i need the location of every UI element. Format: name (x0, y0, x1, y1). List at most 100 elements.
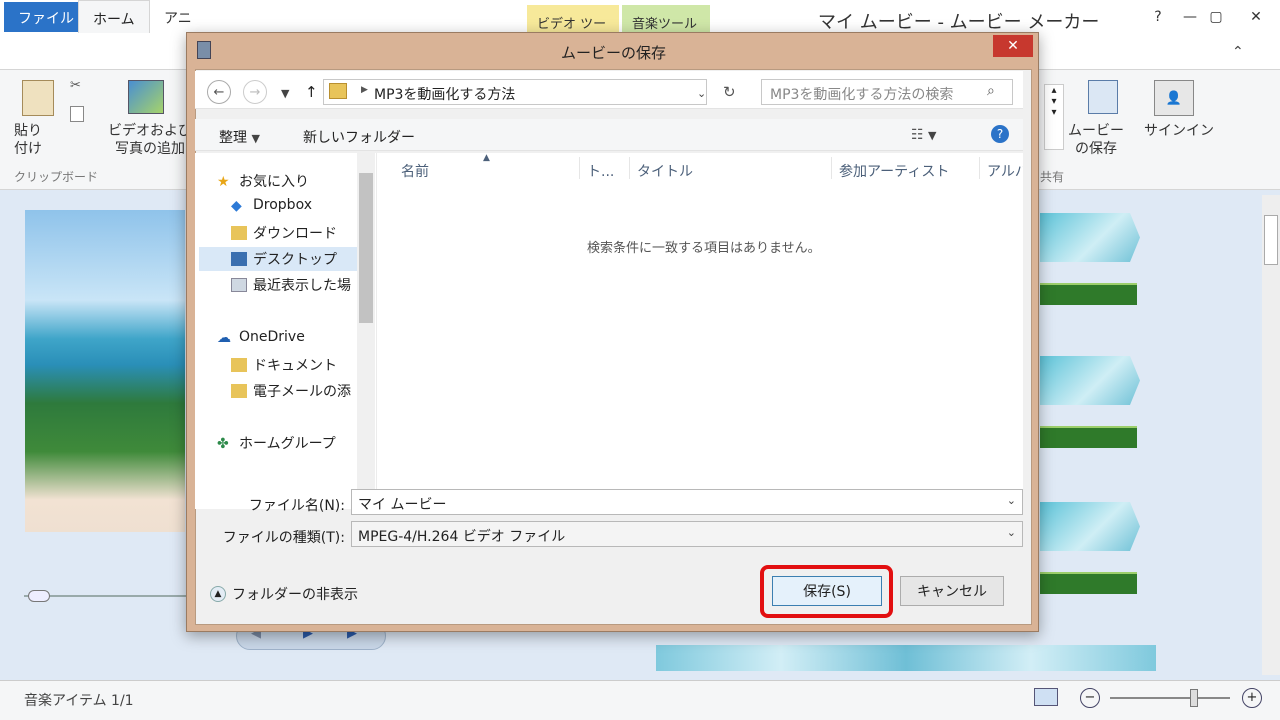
zoom-slider[interactable]: − + (1080, 688, 1265, 708)
dropbox-icon: ◆ (231, 198, 242, 214)
search-input[interactable]: MP3を動画化する方法の検索 (761, 79, 1013, 105)
star-icon: ★ (217, 174, 230, 190)
clipboard-group-label: クリップボード (14, 170, 99, 184)
folder-icon (329, 83, 347, 99)
storyboard-scrollbar[interactable] (1262, 195, 1280, 675)
nav-item-label: デスクトップ (253, 252, 337, 268)
clip-thumbnail (1040, 502, 1140, 551)
homegroup-icon: ✤ (217, 436, 229, 452)
up-arrow-icon[interactable]: ↑ (305, 83, 318, 101)
add-videos-photos-button[interactable]: ビデオおよび 写真の追加 (108, 122, 192, 158)
breadcrumb[interactable]: MP3を動画化する方法 (374, 87, 515, 103)
cancel-button[interactable]: キャンセル (900, 576, 1004, 606)
clip-thumbnail (1040, 356, 1140, 405)
storyboard-clip[interactable] (1040, 356, 1160, 451)
storyboard-clip[interactable] (1040, 213, 1160, 308)
zoom-thumb[interactable] (1190, 689, 1198, 707)
scrollbar-thumb[interactable] (1264, 215, 1278, 265)
tab-file[interactable]: ファイル (4, 2, 88, 32)
zoom-track (1110, 697, 1230, 699)
nav-item-label: ドキュメント (253, 358, 337, 374)
column-header-artist[interactable]: 参加アーティスト (839, 161, 949, 181)
column-divider[interactable] (629, 157, 630, 179)
seek-slider[interactable] (24, 590, 194, 602)
cut-icon[interactable]: ✂ (70, 78, 81, 93)
column-divider[interactable] (831, 157, 832, 179)
new-folder-button[interactable]: 新しいフォルダー (303, 127, 415, 147)
address-dropdown-icon[interactable]: ⌄ (697, 87, 706, 100)
desktop-icon (231, 252, 247, 266)
nav-item-label: 最近表示した場 (253, 278, 351, 294)
save-movie-button[interactable]: ムービー の保存 (1068, 122, 1124, 158)
navigation-scrollbar[interactable] (357, 153, 375, 509)
tab-home[interactable]: ホーム (78, 0, 150, 33)
seek-thumb[interactable] (28, 590, 50, 602)
view-options-icon[interactable]: ☷ ▼ (911, 127, 936, 143)
organize-dropdown-icon: ▼ (251, 132, 260, 145)
refresh-icon[interactable]: ↻ (723, 83, 736, 101)
hide-folders-label: フォルダーの非表示 (232, 587, 358, 603)
paste-icon (22, 80, 54, 116)
storyboard-clip-row[interactable] (656, 645, 1156, 671)
video-preview (25, 210, 185, 532)
search-icon[interactable]: ⌕ (987, 83, 995, 99)
nav-item-homegroup[interactable]: ✤ ホームグループ (217, 433, 336, 453)
nav-item-desktop[interactable]: デスクトップ (231, 249, 337, 269)
audio-waveform (1040, 426, 1137, 448)
nav-item-email-attachments[interactable]: 電子メールの添 (231, 381, 351, 401)
maximize-button[interactable]: ▢ (1196, 4, 1236, 30)
audio-waveform (1040, 572, 1137, 594)
nav-item-recent-places[interactable]: 最近表示した場 (231, 275, 351, 295)
column-header-album[interactable]: アルバム (987, 161, 1023, 181)
filetype-dropdown-icon[interactable]: ⌄ (1007, 526, 1016, 542)
nav-item-documents[interactable]: ドキュメント (231, 355, 337, 375)
nav-item-dropbox[interactable]: ◆ Dropbox (231, 197, 312, 214)
clip-thumbnail (1040, 213, 1140, 262)
zoom-out-icon[interactable]: − (1080, 688, 1100, 708)
collapse-ribbon-icon[interactable]: ⌃ (1232, 44, 1244, 60)
collapse-up-icon: ▲ (210, 586, 226, 602)
filename-field[interactable]: マイ ムービー ⌄ (351, 489, 1023, 515)
zoom-in-icon[interactable]: + (1242, 688, 1262, 708)
paste-button[interactable]: 貼り 付け (14, 122, 42, 158)
forward-button[interactable]: → (243, 80, 267, 104)
share-group-label: 共有 (1040, 170, 1065, 184)
annotation-highlight-box (760, 565, 893, 618)
download-folder-icon (231, 226, 247, 240)
filetype-select[interactable]: MPEG-4/H.264 ビデオ ファイル ⌄ (351, 521, 1023, 547)
signin-button[interactable]: サインイン (1144, 122, 1214, 140)
app-title: マイ ムービー - ムービー メーカー (818, 12, 1100, 33)
scrollbar-thumb[interactable] (359, 173, 373, 323)
nav-item-onedrive[interactable]: ☁ OneDrive (217, 329, 305, 346)
theme-scroll[interactable]: ▴ ▾ ▾ (1044, 84, 1064, 150)
column-header-title[interactable]: タイトル (637, 161, 693, 181)
signin-icon: 👤 (1154, 80, 1194, 116)
nav-item-label: 電子メールの添 (253, 384, 351, 400)
onedrive-icon: ☁ (217, 330, 231, 346)
organize-label: 整理 (219, 130, 247, 146)
dialog-close-button[interactable]: ✕ (993, 35, 1033, 57)
storyboard-clip[interactable] (1040, 502, 1160, 597)
column-divider[interactable] (979, 157, 980, 179)
file-list (377, 153, 1023, 509)
copy-icon[interactable] (70, 106, 84, 122)
filetype-label: ファイルの種類(T): (222, 530, 345, 546)
storyboard-view-icon[interactable] (1034, 688, 1058, 706)
organize-button[interactable]: 整理 ▼ (219, 127, 260, 147)
empty-message: 検索条件に一致する項目はありません。 (587, 241, 821, 256)
nav-item-favorites[interactable]: ★ お気に入り (217, 171, 309, 191)
recent-locations-icon[interactable]: ▼ (281, 87, 289, 100)
close-window-button[interactable]: ✕ (1236, 4, 1276, 30)
help-icon[interactable]: ? (991, 125, 1009, 143)
column-divider[interactable] (579, 157, 580, 179)
tab-animation[interactable]: アニ (150, 0, 206, 32)
nav-item-downloads[interactable]: ダウンロード (231, 223, 337, 243)
breadcrumb-chevron-icon[interactable]: ▶ (361, 85, 368, 95)
column-header-name[interactable]: 名前 (401, 161, 429, 181)
back-button[interactable]: ← (207, 80, 231, 104)
filename-dropdown-icon[interactable]: ⌄ (1007, 494, 1016, 510)
nav-item-label: OneDrive (239, 329, 305, 345)
address-bar[interactable]: MP3を動画化する方法 (323, 79, 707, 105)
hide-folders-toggle[interactable]: ▲ フォルダーの非表示 (210, 584, 358, 604)
column-header-track[interactable]: ト... (587, 161, 614, 181)
